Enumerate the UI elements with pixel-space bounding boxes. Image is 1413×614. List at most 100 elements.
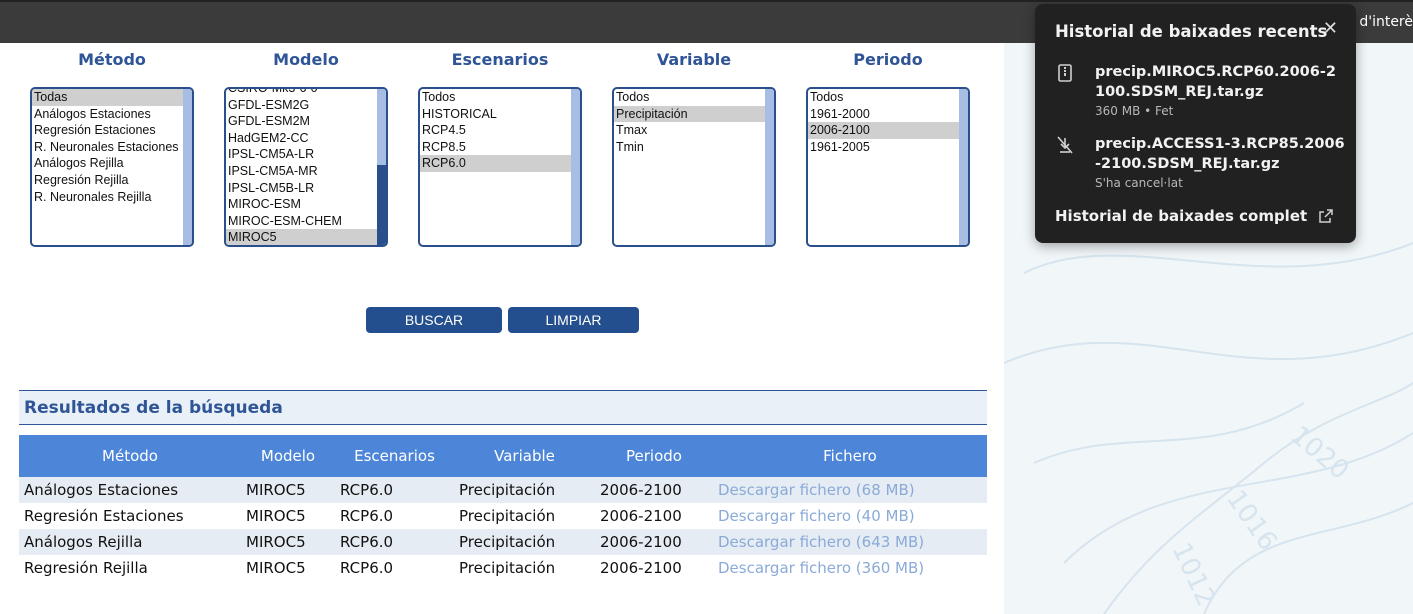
listbox-option[interactable]: Regresión Estaciones <box>32 122 190 139</box>
listbox-option[interactable]: CSIRO-Mk3-6-0 <box>226 89 384 97</box>
results-header: Resultados de la búsqueda <box>19 390 987 425</box>
listbox-option[interactable]: IPSL-CM5B-LR <box>226 180 384 197</box>
filter-escenarios: Escenarios Todos HISTORICAL RCP4.5 RCP8.… <box>418 50 582 247</box>
search-button[interactable]: BUSCAR <box>366 307 502 333</box>
listbox-periodo[interactable]: Todos 1961-2000 2006-2100 1961-2005 <box>806 87 970 247</box>
listbox-option[interactable]: MIROC-ESM-CHEM <box>226 213 384 230</box>
listbox-option[interactable]: Todos <box>420 89 578 106</box>
download-cancelled-icon <box>1057 136 1073 154</box>
listbox-option[interactable]: Todos <box>808 89 966 106</box>
column-header: Método <box>19 435 241 477</box>
cell-modelo: MIROC5 <box>246 559 306 577</box>
filter-metodo: Método Todas Análogos Estaciones Regresi… <box>30 50 194 247</box>
results-title: Resultados de la búsqueda <box>24 398 283 418</box>
listbox-variable[interactable]: Todos Precipitación Tmax Tmin <box>612 87 776 247</box>
listbox-option[interactable]: R. Neuronales Estaciones <box>32 139 190 156</box>
listbox-option[interactable]: RCP4.5 <box>420 122 578 139</box>
file-icon <box>1058 64 1072 82</box>
listbox-option[interactable]: RCP8.5 <box>420 139 578 156</box>
table-row: Análogos Rejilla MIROC5 RCP6.0 Precipita… <box>19 529 987 555</box>
listbox-option[interactable]: 1961-2005 <box>808 139 966 156</box>
cell-variable: Precipitación <box>454 529 595 555</box>
cell-modelo: MIROC5 <box>246 507 306 525</box>
cell-modelo: MIROC5 <box>241 477 335 503</box>
download-link[interactable]: Descargar fichero (643 MB) <box>713 529 987 555</box>
download-link[interactable]: Descargar fichero (68 MB) <box>713 477 987 503</box>
scrollbar[interactable] <box>959 89 968 245</box>
listbox-escenarios[interactable]: Todos HISTORICAL RCP4.5 RCP8.5 RCP6.0 <box>418 87 582 247</box>
cell-escenario: RCP6.0 <box>340 507 394 525</box>
listbox-option[interactable]: Todas <box>32 89 190 106</box>
listbox-metodo[interactable]: Todas Análogos Estaciones Regresión Esta… <box>30 87 194 247</box>
column-header: Variable <box>454 435 595 477</box>
listbox-option[interactable]: 1961-2000 <box>808 106 966 123</box>
listbox-option[interactable]: HISTORICAL <box>420 106 578 123</box>
cell-periodo: 2006-2100 <box>600 559 682 577</box>
filter-variable: Variable Todos Precipitación Tmax Tmin <box>612 50 776 247</box>
download-link[interactable]: Descargar fichero (40 MB) <box>713 503 987 529</box>
listbox-option[interactable]: Tmax <box>614 122 772 139</box>
listbox-option[interactable]: HadGEM2-CC <box>226 130 384 147</box>
download-status: 360 MB • Fet <box>1095 104 1174 118</box>
listbox-option[interactable]: IPSL-CM5A-LR <box>226 146 384 163</box>
cell-periodo: 2006-2100 <box>600 507 682 525</box>
scrollbar-thumb[interactable] <box>377 165 386 245</box>
cell-periodo: 2006-2100 <box>595 477 713 503</box>
filter-periodo: Periodo Todos 1961-2000 2006-2100 1961-2… <box>806 50 970 247</box>
cell-metodo: Regresión Estaciones <box>24 507 184 525</box>
download-filename: precip.ACCESS1-3.RCP85.2006-2100.SDSM_RE… <box>1095 136 1345 172</box>
external-link-icon[interactable] <box>1318 208 1334 224</box>
column-header: Periodo <box>595 435 713 477</box>
listbox-option[interactable]: MIROC5 <box>226 229 384 245</box>
scrollbar[interactable] <box>571 89 580 245</box>
scrollbar[interactable] <box>765 89 774 245</box>
listbox-option[interactable]: 2006-2100 <box>808 122 966 139</box>
listbox-option[interactable]: R. Neuronales Rejilla <box>32 189 190 206</box>
download-link[interactable]: Descargar fichero (360 MB) <box>713 555 987 581</box>
listbox-modelo[interactable]: CSIRO-Mk3-6-0 GFDL-ESM2G GFDL-ESM2M HadG… <box>224 87 388 247</box>
listbox-option[interactable]: Precipitación <box>614 105 772 123</box>
cell-escenario: RCP6.0 <box>335 529 454 555</box>
filter-title: Periodo <box>853 50 923 69</box>
listbox-option[interactable]: MIROC-ESM <box>226 196 384 213</box>
cell-escenario: RCP6.0 <box>335 477 454 503</box>
scrollbar[interactable] <box>183 89 192 245</box>
isobar-label: 1012 <box>1166 538 1221 611</box>
cell-escenario: RCP6.0 <box>340 559 394 577</box>
listbox-option[interactable]: IPSL-CM5A-MR <box>226 163 384 180</box>
download-status: S'ha cancel·lat <box>1095 176 1183 190</box>
cell-metodo: Regresión Rejilla <box>24 559 148 577</box>
column-header: Escenarios <box>335 435 454 477</box>
download-item[interactable]: precip.MIROC5.RCP60.2006-2100.SDSM_REJ.t… <box>1055 62 1345 122</box>
full-history-link[interactable]: Historial de baixades complet <box>1055 207 1307 225</box>
listbox-option[interactable]: Tmin <box>614 139 772 156</box>
table-header-row: Método Modelo Escenarios Variable Period… <box>19 435 987 477</box>
clear-button[interactable]: LIMPIAR <box>508 307 639 333</box>
cell-modelo: MIROC5 <box>241 529 335 555</box>
filter-title: Método <box>78 50 146 69</box>
popup-title: Historial de baixades recents <box>1055 22 1328 41</box>
listbox-option[interactable]: Análogos Rejilla <box>32 155 190 172</box>
isobar-label: 1016 <box>1220 485 1283 556</box>
close-icon[interactable]: ✕ <box>1323 18 1338 39</box>
cell-variable: Precipitación <box>454 477 595 503</box>
listbox-option[interactable]: RCP6.0 <box>420 155 578 172</box>
filter-modelo: Modelo CSIRO-Mk3-6-0 GFDL-ESM2G GFDL-ESM… <box>224 50 388 247</box>
listbox-option[interactable]: GFDL-ESM2M <box>226 113 384 130</box>
column-header: Fichero <box>713 435 987 477</box>
table-row: Regresión Estaciones MIROC5 RCP6.0 Preci… <box>19 503 987 529</box>
cell-periodo: 2006-2100 <box>595 529 713 555</box>
toolbar-text: d'interè <box>1359 14 1413 30</box>
cell-variable: Precipitación <box>459 559 556 577</box>
listbox-option[interactable]: Todos <box>614 89 772 106</box>
column-header: Modelo <box>241 435 335 477</box>
listbox-option[interactable]: Análogos Estaciones <box>32 106 190 123</box>
scrollbar[interactable] <box>377 89 386 245</box>
listbox-option[interactable]: Regresión Rejilla <box>32 172 190 189</box>
download-item[interactable]: precip.ACCESS1-3.RCP85.2006-2100.SDSM_RE… <box>1055 134 1345 194</box>
cell-variable: Precipitación <box>459 507 556 525</box>
cell-metodo: Análogos Estaciones <box>19 477 241 503</box>
download-filename: precip.MIROC5.RCP60.2006-2100.SDSM_REJ.t… <box>1095 64 1336 100</box>
filter-title: Modelo <box>273 50 339 69</box>
listbox-option[interactable]: GFDL-ESM2G <box>226 97 384 114</box>
